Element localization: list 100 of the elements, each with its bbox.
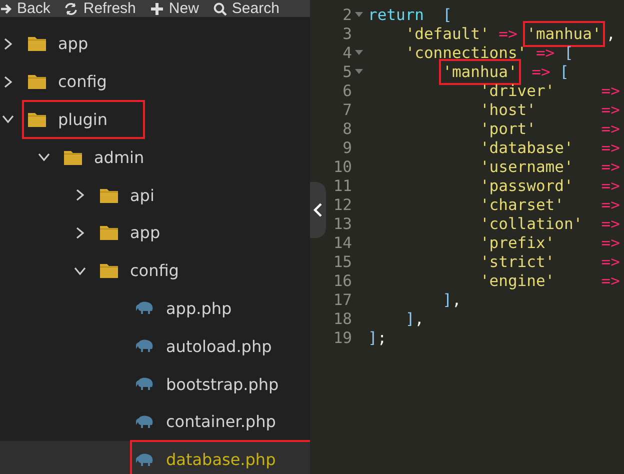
code-token: => [601, 196, 620, 214]
code-token: => [601, 252, 620, 270]
file-name: config [130, 261, 179, 280]
chevron-down-icon[interactable] [74, 264, 86, 277]
chevron-right-icon[interactable] [2, 76, 14, 88]
folder-icon [64, 150, 82, 165]
file-name: app [130, 223, 160, 242]
line-number: 17 [333, 290, 352, 308]
code-token: 'default' [405, 24, 490, 42]
refresh-icon [64, 2, 78, 16]
line-number: 6 [342, 82, 352, 100]
fold-caret-icon[interactable] [355, 12, 363, 18]
code-token: , [452, 290, 462, 308]
chevron-left-icon [313, 203, 323, 217]
code-token: , [414, 310, 424, 328]
arrow-icon [0, 2, 12, 14]
fold-caret-icon[interactable] [355, 68, 363, 74]
file-name: plugin [58, 110, 108, 129]
folder-icon [28, 112, 46, 127]
file-name: app.php [166, 298, 232, 318]
code-token: => [536, 44, 555, 62]
code-token: 'charset' [480, 196, 565, 214]
chevron-right-icon[interactable] [2, 38, 14, 50]
folder-icon [28, 36, 46, 52]
code-token: [ [564, 44, 574, 62]
elephant-icon [136, 414, 154, 429]
code-token: 'collation' [480, 214, 583, 232]
chevron-down-icon[interactable] [2, 113, 14, 126]
line-number: 10 [333, 158, 352, 176]
code-token: 'driver' [480, 82, 556, 100]
file-name: bootstrap.php [166, 374, 279, 394]
code-token: => [601, 138, 620, 156]
code-token: 'connections' [405, 44, 527, 62]
tree-item[interactable]: bootstrap.php [0, 365, 314, 403]
tree-item[interactable]: app [0, 25, 314, 63]
code-token: 'database' [480, 138, 574, 156]
elephant-icon [136, 377, 154, 392]
tree-item[interactable]: autoload.php [0, 327, 314, 366]
code-token: 'engine' [480, 272, 556, 290]
tree-item[interactable]: config [0, 252, 314, 290]
line-number: 14 [333, 234, 352, 252]
elephant-icon [136, 301, 154, 316]
line-number: 2 [342, 6, 352, 24]
code-token: ] [368, 328, 378, 346]
file-name: api [130, 186, 154, 205]
folder-icon [28, 74, 46, 90]
file-name: database.php [166, 450, 276, 470]
chevron-down-icon[interactable] [38, 151, 50, 164]
tree-item[interactable]: plugin [0, 100, 314, 138]
chevron-right-icon[interactable] [74, 189, 86, 202]
toolbar-button[interactable]: New [150, 0, 199, 17]
code-token: [ [442, 6, 452, 24]
code-token: => [601, 120, 620, 138]
toolbar-button[interactable]: Refresh [64, 0, 136, 17]
line-number: 5 [342, 62, 352, 80]
tree-item[interactable]: container.php [0, 402, 314, 441]
line-number: 18 [333, 310, 352, 328]
line-number: 11 [333, 176, 352, 194]
fold-caret-icon[interactable] [355, 50, 363, 56]
file-name: config [58, 72, 107, 92]
code-token: => [601, 100, 620, 118]
code-token: => [601, 82, 620, 100]
line-number: 19 [333, 328, 352, 346]
code-token: 'strict' [480, 252, 556, 270]
tree-item[interactable]: app.php [0, 290, 314, 328]
tree-item[interactable]: api [0, 176, 314, 214]
code-token: 'host' [480, 100, 537, 118]
code-token: [ [560, 62, 569, 80]
line-number: 16 [333, 272, 352, 290]
search-icon [212, 2, 227, 16]
code-token: 'username' [480, 158, 574, 176]
line-number: 8 [342, 120, 352, 138]
line-number: 9 [342, 138, 352, 156]
code-token: , [606, 24, 616, 42]
code-token: ; [377, 328, 387, 346]
toolbar-button[interactable]: Search [212, 0, 280, 17]
file-name: app [58, 34, 88, 54]
plus-icon [150, 2, 164, 16]
folder-icon [100, 188, 118, 203]
code-token: 'port' [480, 120, 537, 138]
elephant-icon [136, 452, 154, 467]
line-number: 7 [342, 100, 352, 118]
code-token: => [498, 24, 518, 42]
file-name: container.php [166, 412, 276, 432]
line-number: 12 [333, 196, 352, 214]
collapse-handle[interactable] [310, 182, 326, 238]
toolbar-button[interactable]: Back [0, 0, 50, 17]
code-token: => [601, 176, 620, 194]
code-token: => [601, 214, 620, 232]
tree-item[interactable]: admin [0, 138, 314, 176]
code-token: => [601, 272, 620, 290]
code-token: => [601, 158, 620, 176]
line-number: 3 [342, 24, 352, 42]
folder-icon [100, 263, 118, 278]
file-name: autoload.php [166, 336, 272, 356]
tree-item[interactable]: app [0, 214, 314, 252]
chevron-right-icon[interactable] [74, 226, 86, 239]
tree-item[interactable]: config [0, 62, 314, 101]
code-token: 'password' [480, 176, 574, 194]
code-token: => [532, 62, 550, 80]
